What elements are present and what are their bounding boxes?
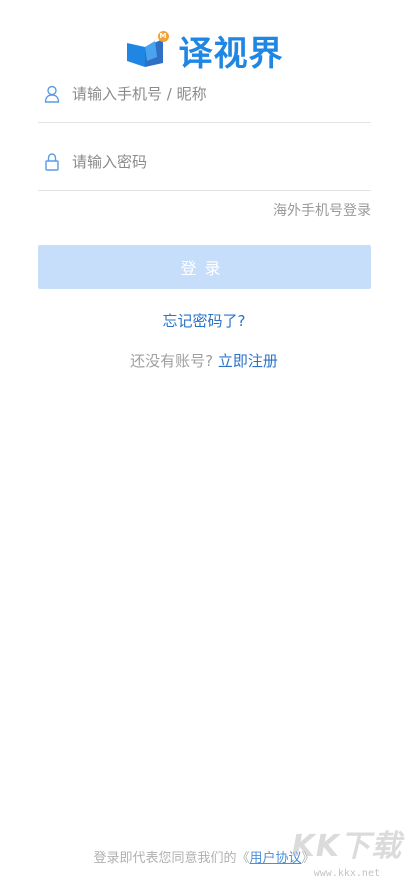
- logo-badge: M: [157, 30, 169, 42]
- username-field-row: [38, 66, 371, 123]
- watermark: KK下载: [291, 829, 402, 864]
- book-logo-icon: M: [125, 30, 169, 71]
- user-icon: [42, 83, 62, 105]
- forgot-password-link[interactable]: 忘记密码了?: [0, 310, 408, 331]
- login-button[interactable]: 登录: [38, 245, 371, 289]
- overseas-phone-login-link[interactable]: 海外手机号登录: [273, 200, 371, 220]
- username-input[interactable]: [70, 73, 371, 115]
- agreement-prefix: 登录即代表您同意我们的《: [93, 851, 250, 866]
- password-input[interactable]: [70, 141, 371, 183]
- password-field-row: [38, 134, 371, 191]
- login-page: M 译视界 海外手机号登录 登录 忘记密码了? 还没有账号? 立即注册 登录即代…: [0, 0, 408, 883]
- lock-icon: [42, 151, 62, 173]
- register-link[interactable]: 立即注册: [218, 352, 278, 370]
- watermark-url: www.kkx.net: [313, 868, 380, 879]
- register-row: 还没有账号? 立即注册: [0, 350, 408, 371]
- register-prompt: 还没有账号?: [130, 352, 214, 370]
